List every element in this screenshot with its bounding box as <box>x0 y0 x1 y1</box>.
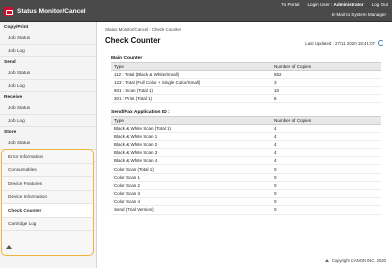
row-copies: 0 <box>274 174 277 180</box>
row-copies: 0 <box>274 199 277 205</box>
row-type: Color Scan 3 <box>114 191 141 197</box>
sidebar-item-check-counter[interactable]: Check Counter <box>2 204 93 218</box>
row-copies: 4 <box>274 150 277 156</box>
sidebar-item-send-job-log[interactable]: Job Log <box>0 80 96 92</box>
row-type: Color Scan 2 <box>114 182 141 188</box>
sidebar-section-send: Send <box>4 59 16 65</box>
breadcrumb: Status Monitor/Cancel : Check Counter <box>105 27 182 32</box>
last-updated: Last Updated : 27/11 2020 18:41:07 <box>305 40 384 46</box>
copyright: Copyright CANON INC. 2020 <box>331 258 386 263</box>
to-portal-link[interactable]: To Portal <box>281 2 299 7</box>
row-copies: 3 <box>274 79 277 85</box>
row-copies: 0 <box>274 207 277 213</box>
app-title: Status Monitor/Cancel <box>17 8 86 15</box>
sidebar-section-store: Store <box>4 129 17 135</box>
col-type: Type <box>114 117 124 123</box>
send-fax-table: Send/Fax Application ID : Type Number of… <box>111 108 381 215</box>
table-row: Black & White Scan 3 4 <box>111 149 381 158</box>
row-copies: 0 <box>274 182 277 188</box>
sidebar-item-receive-job-status[interactable]: Job Status <box>0 102 96 115</box>
row-copies: 552 <box>274 71 282 77</box>
table-row: 123 : Total (Full Color + Single Color/S… <box>111 79 381 87</box>
row-copies: 0 <box>274 166 277 172</box>
table-row: Send (Trial Version) 0 <box>111 206 381 215</box>
row-copies: 4 <box>274 158 277 164</box>
row-type: Color Scan (Total 1) <box>114 166 154 172</box>
main-content: Status Monitor/Cancel : Check Counter Ch… <box>98 22 392 268</box>
sidebar-item-copy-print-job-status[interactable]: Job Status <box>0 32 96 45</box>
sidebar-section-copy-print: Copy/Print <box>4 24 29 30</box>
table-row: Color Scan 3 0 <box>111 190 381 199</box>
row-type: Color Scan 4 <box>114 199 141 205</box>
sidebar-item-send-job-status[interactable]: Job Status <box>0 67 96 80</box>
sidebar-item-device-features[interactable]: Device Features <box>2 177 93 191</box>
footer: Copyright CANON INC. 2020 <box>324 258 386 263</box>
page-title: Check Counter <box>105 36 161 45</box>
page-top-icon[interactable] <box>324 259 329 262</box>
table-row: 112 : Total (Black & White/Small) 552 <box>111 71 381 79</box>
device-info-group: Error Information Consumables Device Fea… <box>1 149 94 256</box>
row-type: Black & White Scan 1 <box>114 133 158 139</box>
table-row: Color Scan (Total 1) 0 <box>111 165 381 174</box>
main-counter-title: Main Counter <box>111 55 143 61</box>
row-type: 501 : Scan (Total 1) <box>114 87 154 93</box>
table-row: Black & White Scan (Total 1) 4 <box>111 125 381 133</box>
table-header: Type Number of Copies <box>111 62 381 71</box>
table-row: Color Scan 4 0 <box>111 198 381 207</box>
row-type: 112 : Total (Black & White/Small) <box>114 71 180 77</box>
row-copies: 8 <box>274 96 277 102</box>
row-copies: 4 <box>274 125 277 131</box>
login-user-label: Login User : <box>307 2 333 7</box>
table-row: 301 : Print (Total 1) 8 <box>111 95 381 104</box>
refresh-icon[interactable] <box>378 40 384 46</box>
row-type: Black & White Scan 3 <box>114 150 158 156</box>
table-row: 501 : Scan (Total 1) 10 <box>111 87 381 96</box>
sidebar-item-error-information[interactable]: Error Information <box>2 150 93 164</box>
row-type: 123 : Total (Full Color + Single Color/S… <box>114 79 201 85</box>
table-row: Color Scan 1 0 <box>111 174 381 182</box>
send-fax-title: Send/Fax Application ID : <box>111 109 170 115</box>
row-copies: 4 <box>274 133 277 139</box>
table-row: Black & White Scan 4 4 <box>111 157 381 166</box>
login-user-value: Administrator <box>333 2 364 7</box>
row-type: 301 : Print (Total 1) <box>114 96 153 102</box>
sidebar-item-copy-print-job-log[interactable]: Job Log <box>0 45 96 57</box>
top-links: To Portal Login User : Administrator Log… <box>281 2 388 7</box>
col-copies: Number of Copies <box>274 63 312 69</box>
row-copies: 0 <box>274 191 277 197</box>
logout-link[interactable]: Log Out <box>372 2 388 7</box>
row-type: Black & White Scan 2 <box>114 141 158 147</box>
last-updated-text: Last Updated : 27/11 2020 18:41:07 <box>305 40 375 46</box>
sidebar-item-store-job-status[interactable]: Job Status <box>0 137 96 150</box>
table-header: Type Number of Copies <box>111 116 381 125</box>
brand: Status Monitor/Cancel <box>4 6 86 17</box>
row-type: Send (Trial Version) <box>114 207 154 213</box>
row-type: Black & White Scan 4 <box>114 158 158 164</box>
sidebar-item-consumables[interactable]: Consumables <box>2 164 93 177</box>
sidebar-item-cartridge-log[interactable]: Cartridge Log <box>2 218 93 231</box>
sidebar-item-receive-job-log[interactable]: Job Log <box>0 115 96 127</box>
row-copies: 4 <box>274 141 277 147</box>
scroll-to-top-icon[interactable] <box>6 245 12 249</box>
col-copies: Number of Copies <box>274 117 312 123</box>
email-system-manager-link[interactable]: E-Mail to System Manager <box>332 12 386 17</box>
row-type: Black & White Scan (Total 1) <box>114 125 172 131</box>
table-row: Black & White Scan 1 4 <box>111 133 381 141</box>
sidebar-section-receive: Receive <box>4 94 23 100</box>
sidebar-item-device-information[interactable]: Device Information <box>2 191 93 204</box>
row-type: Color Scan 1 <box>114 174 141 180</box>
main-counter-table: Main Counter Type Number of Copies 112 :… <box>111 54 381 104</box>
header-bar: Status Monitor/Cancel To Portal Login Us… <box>0 0 392 22</box>
row-copies: 10 <box>274 87 280 93</box>
login-user: Login User : Administrator <box>307 2 363 7</box>
col-type: Type <box>114 63 124 69</box>
table-row: Color Scan 2 0 <box>111 182 381 190</box>
table-row: Black & White Scan 2 4 <box>111 141 381 150</box>
status-monitor-icon <box>4 7 13 16</box>
